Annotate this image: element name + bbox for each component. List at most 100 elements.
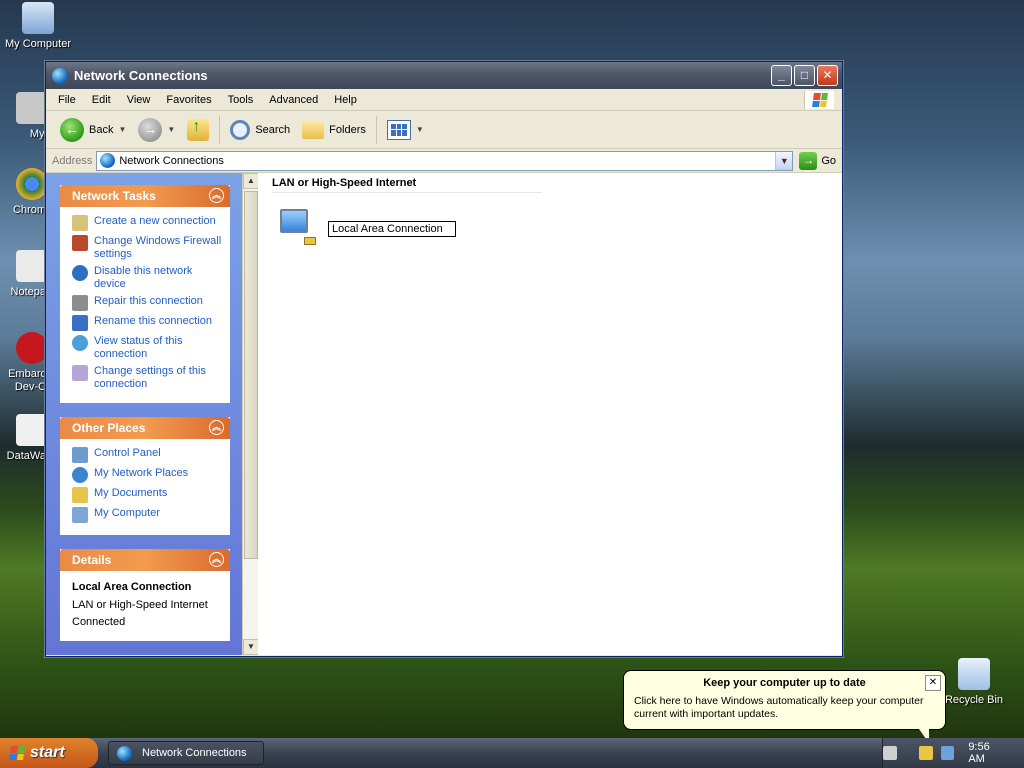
desktop-icon-embarcadero[interactable]: Embarc Dev-C: [0, 332, 48, 394]
chrome-icon: [16, 168, 48, 200]
scroll-down-arrow-icon[interactable]: ▼: [243, 639, 259, 655]
menu-file[interactable]: File: [50, 94, 84, 106]
close-button[interactable]: ✕: [817, 65, 838, 86]
task-label: Change Windows Firewall settings: [94, 235, 222, 260]
task-pane-scrollbar[interactable]: ▲ ▼: [242, 173, 259, 655]
clock[interactable]: 9:56 AM: [968, 741, 1008, 765]
up-button[interactable]: [181, 115, 215, 145]
balloon-text: Click here to have Windows automatically…: [634, 695, 924, 720]
task-firewall-settings[interactable]: Change Windows Firewall settings: [72, 235, 224, 261]
disable-network-icon: [72, 265, 88, 281]
network-tray-icon[interactable]: [940, 746, 955, 760]
mouse-cursor-icon: [695, 529, 713, 547]
desktop-icon-datawa[interactable]: DataWa: [0, 414, 48, 463]
security-shield-icon[interactable]: [918, 746, 933, 760]
details-type: LAN or High-Speed Internet: [72, 599, 208, 611]
chevron-down-icon[interactable]: ▼: [118, 125, 126, 134]
status-icon: [72, 335, 88, 351]
task-label: Repair this connection: [94, 295, 203, 307]
forward-button[interactable]: → ▼: [132, 115, 181, 145]
firewall-icon: [72, 235, 88, 251]
balloon-title: Keep your computer up to date: [703, 677, 866, 689]
lan-connection-icon: [276, 207, 316, 251]
collapse-icon[interactable]: ︽: [209, 420, 224, 435]
keyboard-icon[interactable]: [883, 746, 897, 760]
menu-view[interactable]: View: [119, 94, 159, 106]
notepad-icon: [16, 250, 48, 282]
desktop-icon-my-computer[interactable]: My Computer: [0, 2, 76, 51]
title-bar[interactable]: Network Connections _ □ ✕: [46, 62, 842, 89]
start-label: start: [30, 744, 65, 761]
wrench-icon: [72, 295, 88, 311]
desktop-icon-label: My Computer: [4, 38, 72, 50]
task-pane: Network Tasks ︽ Create a new connection …: [46, 173, 242, 655]
collapse-icon[interactable]: ︽: [209, 188, 224, 203]
task-change-settings[interactable]: Change settings of this connection: [72, 365, 224, 391]
details-header[interactable]: Details ︽: [60, 549, 230, 571]
address-dropdown-button[interactable]: ▼: [775, 151, 793, 170]
network-tasks-header[interactable]: Network Tasks ︽: [60, 185, 230, 207]
update-notification-balloon[interactable]: ✕ Keep your computer up to date Click he…: [623, 670, 946, 743]
task-label: Disable this network device: [94, 265, 193, 290]
menu-favorites[interactable]: Favorites: [158, 94, 219, 106]
address-bar: Address Network Connections ▼ → Go: [46, 149, 842, 173]
desktop-icon-label: Chrom: [12, 204, 46, 216]
maximize-button[interactable]: □: [794, 65, 815, 86]
documents-folder-icon: [72, 487, 88, 503]
chevron-down-icon[interactable]: ▼: [167, 125, 175, 134]
connection-name-rename-field[interactable]: Local Area Connection: [328, 221, 456, 237]
task-label: Create a new connection: [94, 215, 216, 227]
rename-icon: [72, 315, 88, 331]
task-disable-device[interactable]: Disable this network device: [72, 265, 224, 291]
taskbar-network-connections[interactable]: Network Connections: [108, 741, 264, 765]
desktop-icon-label: Notepa: [10, 286, 46, 298]
task-view-status[interactable]: View status of this connection: [72, 335, 224, 361]
details-name: Local Area Connection: [72, 581, 192, 593]
back-button[interactable]: ← Back ▼: [54, 115, 132, 145]
panel-title: Network Tasks: [72, 189, 156, 203]
task-create-connection[interactable]: Create a new connection: [72, 215, 224, 231]
embarcadero-icon: [16, 332, 48, 364]
place-label: Control Panel: [94, 447, 161, 459]
task-repair-connection[interactable]: Repair this connection: [72, 295, 224, 311]
windows-logo-icon: [9, 746, 25, 760]
task-rename-connection[interactable]: Rename this connection: [72, 315, 224, 331]
scroll-up-arrow-icon[interactable]: ▲: [243, 173, 259, 189]
place-my-network-places[interactable]: My Network Places: [72, 467, 224, 483]
folder-up-icon: [187, 118, 210, 141]
menu-tools[interactable]: Tools: [220, 94, 262, 106]
desktop-icon-notepad[interactable]: Notepa: [0, 250, 48, 299]
balloon-close-button[interactable]: ✕: [925, 675, 941, 691]
chevron-down-icon: ▼: [415, 125, 424, 134]
task-label: Change settings of this connection: [94, 365, 206, 390]
desktop-icon-chrome[interactable]: Chrom: [0, 168, 48, 217]
task-label: Rename this connection: [94, 315, 213, 327]
search-icon: [230, 119, 251, 140]
network-globe-icon: [100, 153, 116, 168]
go-button[interactable]: → Go: [799, 151, 836, 170]
scroll-thumb[interactable]: [244, 191, 258, 559]
folders-button[interactable]: Folders: [296, 115, 372, 145]
panel-title: Other Places: [72, 421, 146, 435]
start-button[interactable]: start: [0, 738, 98, 768]
other-places-header[interactable]: Other Places ︽: [60, 417, 230, 439]
system-tray: 9:56 AM: [882, 738, 1024, 768]
menu-edit[interactable]: Edit: [84, 94, 119, 106]
desktop-icon-recycle-bin[interactable]: Recycle Bin: [936, 658, 1012, 707]
minimize-button[interactable]: _: [771, 65, 792, 86]
menu-help[interactable]: Help: [326, 94, 365, 106]
menu-advanced[interactable]: Advanced: [261, 94, 326, 106]
task-label: View status of this connection: [94, 335, 183, 360]
search-button[interactable]: Search: [224, 115, 296, 145]
settings-icon: [72, 365, 88, 381]
place-my-documents[interactable]: My Documents: [72, 487, 224, 503]
collapse-icon[interactable]: ︽: [209, 552, 224, 567]
views-button[interactable]: ▼: [381, 115, 430, 145]
address-input[interactable]: Network Connections ▼: [96, 150, 794, 171]
connection-item[interactable]: Local Area Connection: [276, 207, 456, 251]
toolbar: ← Back ▼ → ▼ Search Folders ▼: [46, 111, 842, 149]
place-control-panel[interactable]: Control Panel: [72, 447, 224, 463]
place-my-computer[interactable]: My Computer: [72, 507, 224, 523]
toolbar-separator: [375, 115, 377, 144]
new-connection-icon: [72, 215, 88, 231]
